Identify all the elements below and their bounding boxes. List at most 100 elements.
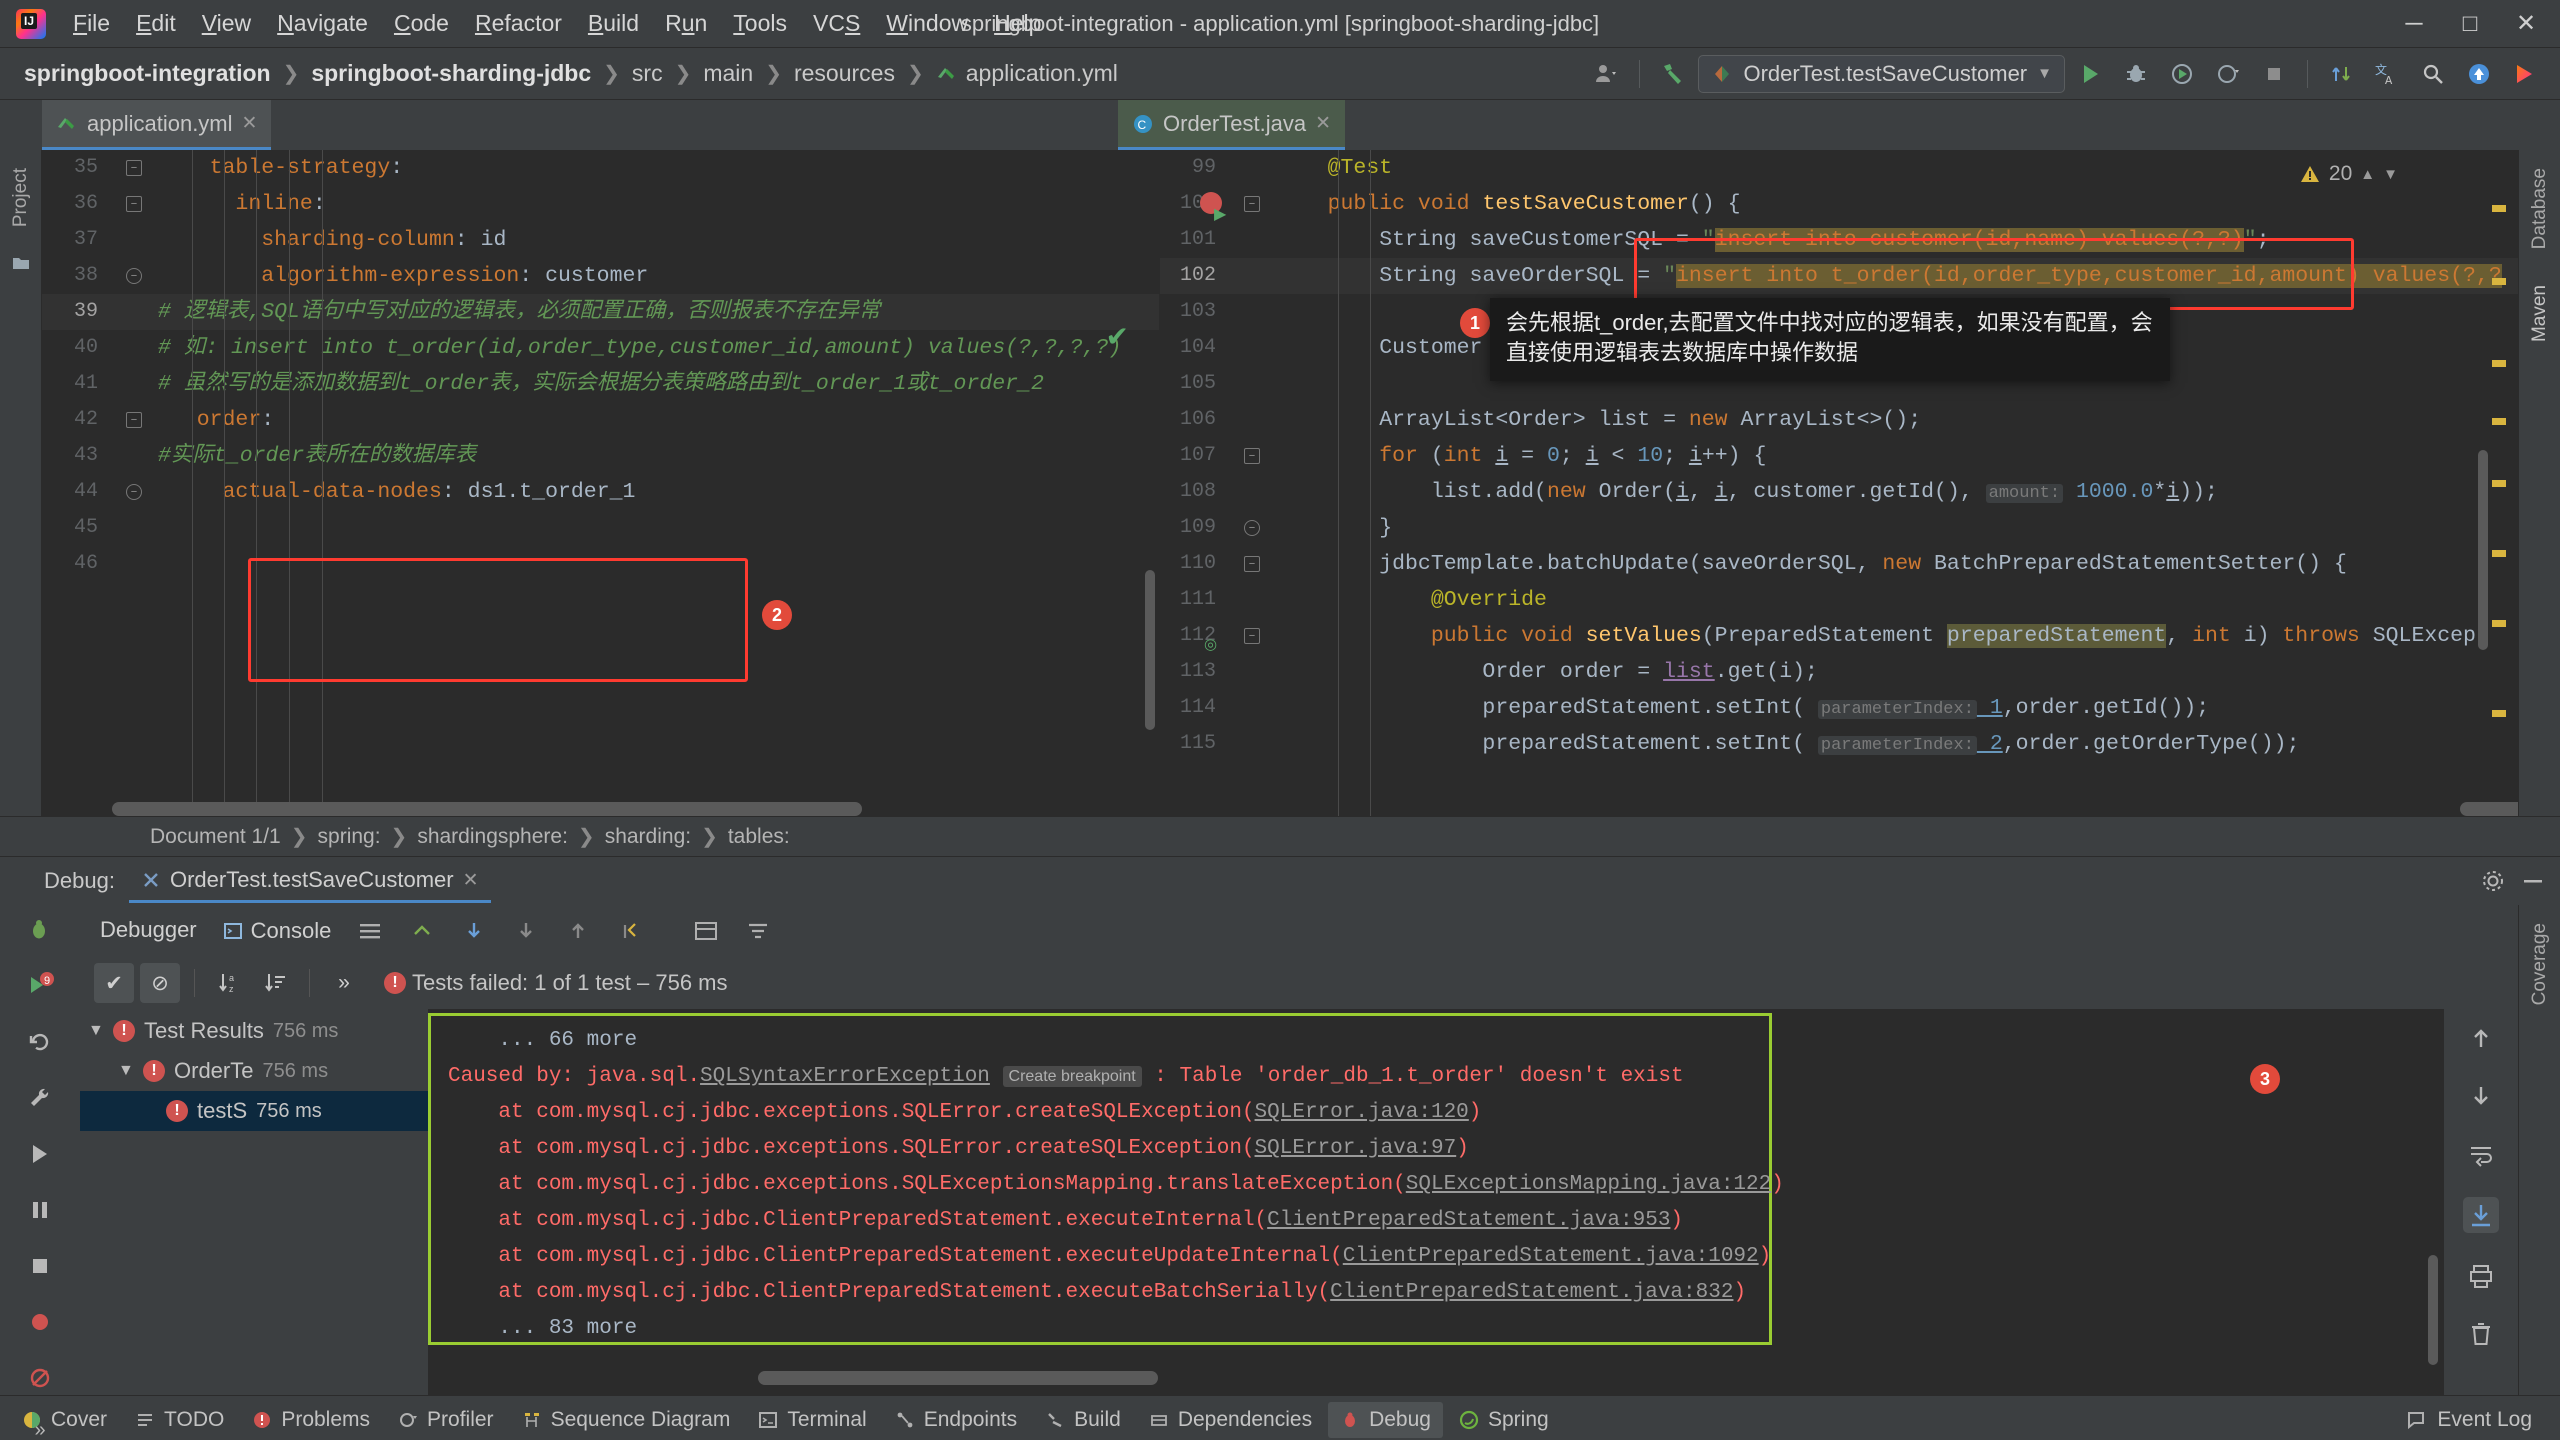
stop-icon[interactable] xyxy=(25,1251,55,1281)
run-coverage-button[interactable] xyxy=(2161,53,2203,95)
doc-count[interactable]: Document 1/1 xyxy=(150,825,281,849)
evaluate-icon[interactable] xyxy=(693,918,719,944)
profiler-button[interactable] xyxy=(2207,53,2249,95)
prev-occurrence-icon[interactable] xyxy=(409,918,435,944)
git-update-icon[interactable] xyxy=(2320,53,2362,95)
run-icon[interactable] xyxy=(25,1139,55,1169)
inspection-ok-icon[interactable]: ✔ xyxy=(1106,320,1129,353)
sort-by-duration-icon[interactable] xyxy=(255,963,295,1003)
tab-ordertest-java[interactable]: C OrderTest.java ✕ xyxy=(1118,100,1345,150)
tool-window-profiler[interactable]: Profiler xyxy=(386,1402,506,1438)
debug-session-tab[interactable]: OrderTest.testSaveCustomer ✕ xyxy=(128,859,491,903)
settings-gear-icon[interactable] xyxy=(2480,868,2506,894)
layout-icon[interactable] xyxy=(357,918,383,944)
vertical-scrollbar[interactable] xyxy=(1145,570,1155,730)
user-icon[interactable] xyxy=(1585,53,1627,95)
close-icon[interactable]: ✕ xyxy=(1315,112,1331,135)
minimize-button[interactable]: ─ xyxy=(2386,1,2442,47)
console-horizontal-scrollbar[interactable] xyxy=(758,1371,1158,1385)
run-to-cursor-icon[interactable] xyxy=(617,918,643,944)
tool-window-build[interactable]: Build xyxy=(1033,1402,1133,1438)
horizontal-scrollbar[interactable] xyxy=(2460,802,2518,816)
close-button[interactable]: ✕ xyxy=(2498,1,2554,47)
sort-alphabetically-icon[interactable]: az xyxy=(209,963,249,1003)
mute-breakpoints-icon[interactable] xyxy=(25,1307,55,1337)
debug-button[interactable] xyxy=(2115,53,2157,95)
menu-item-code[interactable]: Code xyxy=(381,4,462,43)
show-ignored-toggle[interactable]: ⊘ xyxy=(140,963,180,1003)
pause-icon[interactable] xyxy=(25,1195,55,1225)
crumb-tables[interactable]: tables: xyxy=(728,825,790,849)
menu-item-view[interactable]: View xyxy=(189,4,264,43)
menu-item-tools[interactable]: Tools xyxy=(720,4,800,43)
print-icon[interactable] xyxy=(2466,1261,2496,1291)
search-icon[interactable] xyxy=(2412,53,2454,95)
menu-item-navigate[interactable]: Navigate xyxy=(264,4,381,43)
close-icon[interactable]: ✕ xyxy=(463,869,479,892)
debug-resume-icon[interactable] xyxy=(25,915,55,945)
tool-window-endpoints[interactable]: Endpoints xyxy=(883,1402,1029,1438)
menu-item-build[interactable]: Build xyxy=(575,4,652,43)
error-stripe-gutter[interactable] xyxy=(2488,150,2506,816)
clear-all-icon[interactable] xyxy=(2466,1319,2496,1349)
inspection-widget[interactable]: 20 ▲ ▼ xyxy=(2299,162,2398,186)
scroll-up-icon[interactable] xyxy=(2466,1023,2496,1053)
override-gutter-icon[interactable]: ◎ xyxy=(1204,627,1217,663)
tool-window-spring[interactable]: Spring xyxy=(1447,1402,1561,1438)
step-over-icon[interactable] xyxy=(461,918,487,944)
create-breakpoint-button[interactable]: Create breakpoint xyxy=(1002,1066,1142,1087)
rerun-icon[interactable] xyxy=(25,1027,55,1057)
filter-icon[interactable] xyxy=(745,918,771,944)
run-configuration-selector[interactable]: OrderTest.testSaveCustomer ▼ xyxy=(1698,54,2065,93)
maximize-button[interactable]: □ xyxy=(2442,1,2498,47)
tool-window-problems[interactable]: Problems xyxy=(240,1402,382,1438)
tab-application-yml[interactable]: application.yml ✕ xyxy=(42,100,272,150)
upload-update-icon[interactable] xyxy=(2458,53,2500,95)
crumb-shardingsphere[interactable]: shardingsphere: xyxy=(417,825,568,849)
menu-item-file[interactable]: File xyxy=(60,4,123,43)
chevron-up-icon[interactable]: ▲ xyxy=(2360,166,2375,183)
scroll-to-end-icon[interactable] xyxy=(2463,1197,2499,1233)
tree-row-ordertest[interactable]: ▼ ! OrderTe 756 ms xyxy=(80,1051,428,1091)
crumb-spring[interactable]: spring: xyxy=(318,825,381,849)
step-out-icon[interactable] xyxy=(565,918,591,944)
fold-column[interactable]: ◎ − xyxy=(1204,618,1276,762)
tool-window-cover[interactable]: Cover xyxy=(10,1402,119,1438)
menu-item-edit[interactable]: Edit xyxy=(123,4,189,43)
tree-row-test-results[interactable]: ▼ ! Test Results 756 ms xyxy=(80,1011,428,1051)
tree-row-testsave[interactable]: ! testS 756 ms xyxy=(80,1091,428,1131)
tool-window-sequence-diagram[interactable]: Sequence Diagram xyxy=(510,1402,743,1438)
rerun-failed-icon[interactable]: 9 xyxy=(25,971,55,1001)
menu-item-run[interactable]: Run xyxy=(652,4,720,43)
ide-assistant-icon[interactable] xyxy=(2504,53,2546,95)
run-test-gutter-icon[interactable]: ▶ xyxy=(1214,197,1226,233)
menu-item-vcs[interactable]: VCS xyxy=(800,4,873,43)
breadcrumb-item-4[interactable]: resources xyxy=(788,57,901,90)
soft-wrap-icon[interactable] xyxy=(2466,1139,2496,1169)
yaml-editor[interactable]: 35 − table-strategy: 36 − inline: 37 sha… xyxy=(42,150,1160,816)
step-into-icon[interactable] xyxy=(513,918,539,944)
tool-window-debug[interactable]: Debug xyxy=(1328,1401,1443,1438)
console-output[interactable]: ... 66 more Caused by: java.sql.SQLSynta… xyxy=(428,1009,2444,1395)
tool-tab-database[interactable]: Database xyxy=(2527,160,2553,257)
chevron-down-icon[interactable]: ▼ xyxy=(88,1022,104,1040)
menu-item-refactor[interactable]: Refactor xyxy=(462,4,575,43)
hammer-icon[interactable] xyxy=(1652,53,1694,95)
settings-wrench-icon[interactable] xyxy=(25,1083,55,1113)
event-log-button[interactable]: Event Log xyxy=(2405,1408,2550,1432)
horizontal-scrollbar[interactable] xyxy=(112,802,862,816)
fold-column[interactable]: ▶ − xyxy=(1200,186,1276,366)
view-breakpoints-icon[interactable] xyxy=(25,1363,55,1393)
breadcrumb-item-3[interactable]: main xyxy=(697,57,759,90)
breadcrumb-item-0[interactable]: springboot-integration xyxy=(18,57,277,90)
java-editor[interactable]: 99 @Test 100 ▶ − public void testSaveCus… xyxy=(1160,150,2518,816)
breadcrumb-item-1[interactable]: springboot-sharding-jdbc xyxy=(305,57,597,90)
tool-window-todo[interactable]: TODO xyxy=(123,1402,236,1438)
chevron-down-icon[interactable]: ▼ xyxy=(2383,166,2398,183)
translate-icon[interactable]: 文A xyxy=(2366,53,2408,95)
menu-item-help[interactable]: Help xyxy=(981,4,1054,43)
vertical-scrollbar[interactable] xyxy=(2478,450,2488,650)
chevron-down-icon[interactable]: ▼ xyxy=(118,1062,134,1080)
tool-window-terminal[interactable]: Terminal xyxy=(746,1402,878,1438)
menu-item-window[interactable]: Window xyxy=(873,4,981,43)
